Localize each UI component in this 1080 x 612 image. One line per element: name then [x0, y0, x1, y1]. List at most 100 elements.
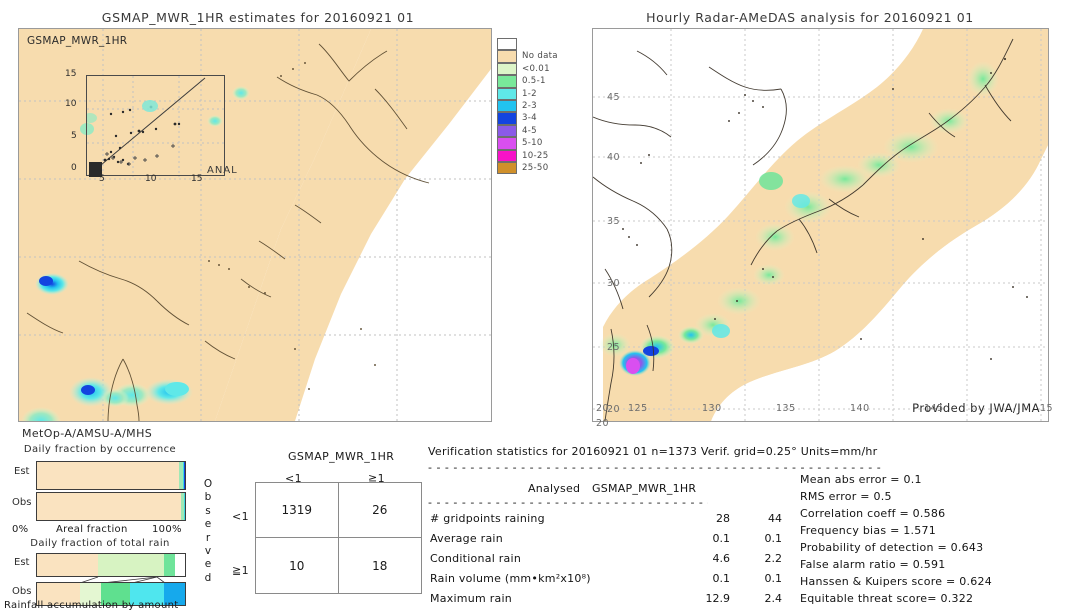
scatter-inset-points: [87, 76, 226, 177]
verification-row-label-0: # gridpoints raining: [430, 512, 545, 525]
contingency-row-header-ge1: ≧1: [232, 564, 250, 577]
contingency-cell-false-alarm: 26: [338, 483, 421, 538]
colorbar-label-2: <0.01: [522, 63, 550, 74]
total-rain-est-segment-1: [97, 554, 165, 576]
right-map-ytick-35: 35: [607, 216, 621, 227]
colorbar-label-10: 25-50: [522, 162, 549, 173]
inset-xtick-5: 5: [99, 174, 105, 184]
observed-letter-3: e: [204, 518, 212, 531]
verification-divider-mid: - - - - - - - - - - - - - - - - - - - - …: [428, 496, 708, 509]
total-rain-est-bar[interactable]: [36, 553, 186, 577]
total-rain-est-label: Est: [14, 557, 30, 568]
verification-score-1: RMS error = 0.5: [800, 490, 892, 503]
radar-amedas-map[interactable]: Provided by JWA/JMA: [592, 28, 1049, 422]
verification-row-estimate-3: 0.1: [764, 572, 783, 585]
right-map-ytick-25: 25: [607, 342, 621, 353]
colorbar-label-7: 4-5: [522, 125, 537, 136]
total-rain-chart-title: Daily fraction of total rain: [30, 538, 170, 549]
inset-ytick-5: 5: [71, 131, 77, 141]
occurrence-axis-right: 100%: [152, 524, 182, 535]
occurrence-est-segment-0: [37, 462, 180, 489]
anal-label: ANAL: [207, 165, 238, 176]
verification-row-estimate-0: 44: [768, 512, 782, 525]
verification-score-5: False alarm ratio = 0.591: [800, 558, 946, 571]
occurrence-chart-title: Daily fraction by occurrence: [23, 444, 177, 455]
verification-score-2: Correlation coeff = 0.586: [800, 507, 946, 520]
left-panel-title: GSMAP_MWR_1HR estimates for 20160921 01: [101, 10, 415, 25]
occurrence-est-bar[interactable]: [36, 461, 186, 490]
left-panel-corner-label: GSMAP_MWR_1HR: [27, 35, 128, 47]
total-rain-axis-label: Rainfall accumulation by amount: [4, 600, 179, 611]
verification-row-label-3: Rain volume (mm•km²x10⁸): [430, 572, 591, 585]
verification-row-label-2: Conditional rain: [430, 552, 522, 565]
right-map-xtick-125: 125: [628, 403, 648, 414]
total-rain-obs-label: Obs: [12, 586, 32, 597]
occurrence-est-segment-3: [184, 462, 185, 489]
verification-row-estimate-1: 0.1: [764, 532, 783, 545]
right-map-ytick-30: 30: [607, 278, 621, 289]
observed-letter-2: s: [205, 504, 211, 517]
contingency-row-header-lt1: <1: [232, 510, 250, 523]
inset-ytick-10: 10: [65, 99, 77, 109]
right-map-ytick-20: 20: [596, 403, 610, 414]
occurrence-est-label: Est: [14, 466, 30, 477]
verification-row-analysed-0: 28: [716, 512, 730, 525]
colorbar-swatch-10: [497, 161, 517, 175]
inset-xtick-10: 10: [145, 174, 157, 184]
observed-letter-1: b: [204, 491, 212, 504]
total-rain-est-segment-2: [164, 554, 175, 576]
verification-row-analysed-2: 4.6: [712, 552, 731, 565]
observed-letter-6: e: [204, 558, 212, 571]
verification-row-estimate-2: 2.2: [764, 552, 783, 565]
verification-score-4: Probability of detection = 0.643: [800, 541, 984, 554]
right-map-xtick-135: 135: [776, 403, 796, 414]
verification-row-label-4: Maximum rain: [430, 592, 512, 605]
colorbar-label-4: 1-2: [522, 88, 537, 99]
verification-score-7: Equitable threat score= 0.322: [800, 592, 974, 605]
verification-score-6: Hanssen & Kuipers score = 0.624: [800, 575, 992, 588]
right-map-ytick-40: 40: [607, 152, 621, 163]
colorbar-label-5: 2-3: [522, 100, 537, 111]
colorbar-swatch-2: [497, 62, 517, 76]
contingency-cell-hit-lowlow: 1319: [256, 483, 339, 538]
right-map-xtick-15: 15: [1040, 403, 1054, 414]
colorbar-swatch-4: [497, 87, 517, 100]
colorbar-label-1: No data: [522, 51, 558, 62]
colorbar-label-9: 10-25: [522, 150, 549, 161]
verification-row-estimate-4: 2.4: [764, 592, 783, 605]
inset-ytick-15: 15: [65, 69, 77, 79]
contingency-table[interactable]: 1319 26 10 18: [255, 482, 422, 594]
verification-header: Verification statistics for 20160921 01 …: [428, 445, 878, 458]
colorbar-swatch-9: [497, 149, 517, 162]
right-map-graphic: [593, 29, 1048, 421]
observed-letter-0: O: [203, 478, 213, 490]
colorbar-swatch-8: [497, 137, 517, 150]
contingency-cell-miss: 10: [256, 538, 339, 593]
scatter-inset-frame: [86, 75, 226, 177]
total-rain-est-segment-0: [37, 554, 98, 576]
right-map-xtick-130: 130: [702, 403, 722, 414]
observed-letter-4: r: [205, 531, 211, 544]
contingency-cell-hit: 18: [372, 558, 388, 573]
verification-score-0: Mean abs error = 0.1: [800, 473, 922, 486]
contingency-column-title: GSMAP_MWR_1HR: [288, 450, 395, 463]
rain-rate-colorbar[interactable]: No data <0.01 0.5-1 1-2 2-3 3-4 4-5 5-10 10-25 25…: [497, 38, 558, 175]
verification-score-3: Frequency bias = 1.571: [800, 524, 937, 537]
total-rain-connector-lines: [79, 577, 166, 583]
right-map-ytick-45: 45: [607, 92, 621, 103]
sensor-label: MetOp-A/AMSU-A/MHS: [22, 427, 153, 440]
contingency-side-label: Observed: [202, 478, 214, 585]
scatter-inset[interactable]: 15 10 5 0 5 10 15: [43, 62, 243, 202]
occurrence-axis-left: 0%: [12, 524, 29, 535]
observed-letter-5: v: [204, 545, 212, 558]
occurrence-obs-bar[interactable]: [36, 492, 186, 521]
occurrence-obs-segment-2: [183, 493, 185, 520]
verification-row-analysed-3: 0.1: [712, 572, 731, 585]
right-map-corner-tick: 20: [596, 418, 610, 429]
colorbar-swatch-6: [497, 112, 517, 125]
right-panel-title: Hourly Radar-AMeDAS analysis for 2016092…: [646, 10, 974, 25]
colorbar-swatch-7: [497, 124, 517, 138]
occurrence-axis-center: Areal fraction: [56, 524, 128, 535]
gsmap-estimate-map[interactable]: 15 10 5 0 5 10 15 GSMAP_MWR_1HR ANAL: [18, 28, 492, 422]
inset-ytick-0: 0: [71, 163, 77, 173]
